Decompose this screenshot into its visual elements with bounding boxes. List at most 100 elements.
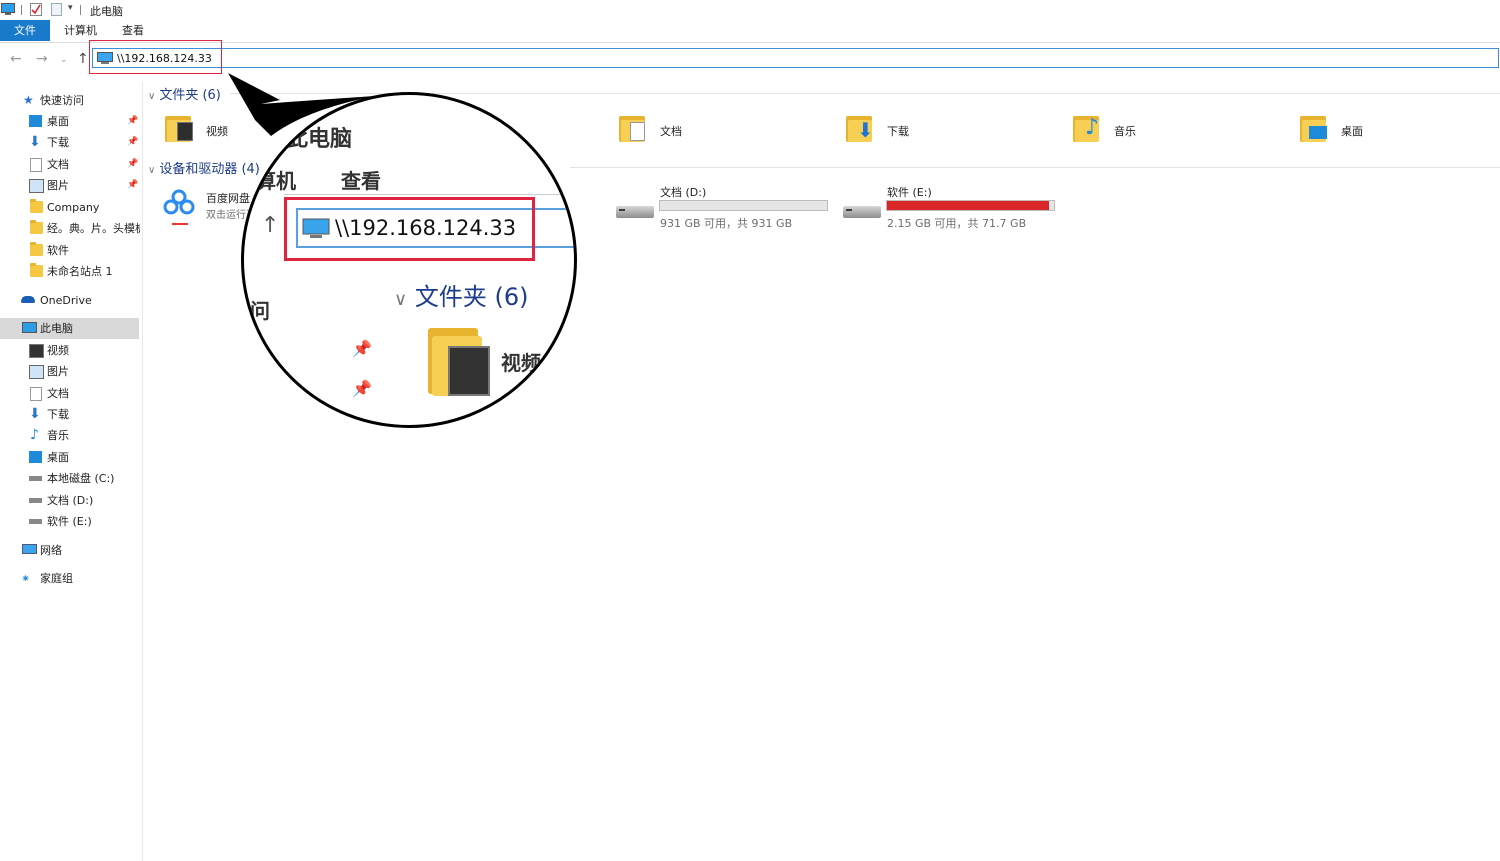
nav-label: 图片	[47, 365, 69, 378]
nav-label: 桌面	[47, 451, 69, 464]
folder-label: 下载	[887, 125, 909, 138]
up-arrow-icon[interactable]: ↑	[77, 51, 89, 67]
nav-quick-access[interactable]: ★ 快速访问	[0, 90, 140, 111]
nav-label: 桌面	[47, 115, 69, 128]
zoom-folder-label: 视频	[501, 351, 541, 375]
nav-pc-documents[interactable]: 文档	[0, 383, 140, 404]
nav-quick-desktop[interactable]: 桌面 📌	[0, 111, 140, 132]
nav-pc-drive-e[interactable]: 软件 (E:)	[0, 511, 140, 532]
nav-label: OneDrive	[40, 294, 92, 307]
nav-label: 家庭组	[40, 572, 73, 585]
pictures-icon	[29, 179, 44, 193]
folder-tile-downloads[interactable]: ⬇ 下载	[846, 112, 946, 148]
nav-label: 经。典。片。头模板	[47, 222, 140, 235]
cloud-icon	[21, 296, 35, 303]
nav-pc-drive-c[interactable]: 本地磁盘 (C:)	[0, 468, 140, 489]
folders-section-header[interactable]: ∨ 文件夹 (6)	[148, 84, 221, 103]
nav-quick-templates[interactable]: 经。典。片。头模板	[0, 218, 140, 239]
nav-pc-videos[interactable]: 视频	[0, 340, 140, 361]
nav-label: 图片	[47, 179, 69, 192]
hard-drive-icon	[616, 206, 654, 218]
zoom-highlight-box	[284, 197, 535, 261]
hard-drive-icon	[29, 519, 42, 524]
zoom-ribbon-divider	[284, 194, 574, 195]
nav-quick-software[interactable]: 软件	[0, 240, 140, 261]
nav-pc-music[interactable]: ♪ 音乐	[0, 425, 140, 446]
nav-quick-site[interactable]: 未命名站点 1	[0, 261, 140, 282]
address-highlight-box	[89, 40, 222, 74]
nav-pc-pictures[interactable]: 图片	[0, 361, 140, 382]
forward-arrow-icon[interactable]: →	[36, 51, 48, 67]
pin-icon[interactable]: 📌	[127, 175, 138, 196]
folder-label: 文档	[660, 125, 682, 138]
video-icon	[29, 344, 44, 358]
nav-label: 文档	[47, 158, 69, 171]
network-icon	[22, 544, 37, 554]
qa-separator	[80, 5, 81, 15]
window-title: 此电脑	[90, 5, 123, 18]
baidu-netdisk-icon	[163, 189, 195, 215]
zoom-tab-computer: 计算机	[241, 169, 296, 193]
drive-tile-e[interactable]: 软件 (E:) 2.15 GB 可用，共 71.7 GB	[841, 182, 1061, 230]
drive-usage-bar	[886, 200, 1055, 211]
folder-icon	[30, 242, 43, 256]
folder-tile-music[interactable]: ♪ 音乐	[1073, 112, 1173, 148]
desktop-icon	[29, 451, 42, 463]
nav-network[interactable]: 网络	[0, 540, 140, 561]
properties-icon[interactable]	[30, 3, 42, 16]
nav-quick-company[interactable]: Company	[0, 197, 140, 218]
nav-quick-downloads[interactable]: ⬇ 下载 📌	[0, 132, 140, 153]
music-folder-icon: ♪	[1073, 112, 1099, 142]
pin-icon[interactable]: 📌	[127, 111, 138, 132]
ribbon	[0, 20, 1500, 43]
tab-view[interactable]: 查看	[110, 20, 156, 41]
zoom-folders-header: ∨ 文件夹 (6)	[394, 277, 528, 312]
nav-label: 下载	[47, 408, 69, 421]
pictures-icon	[29, 365, 44, 379]
qa-dropdown-icon[interactable]: ▾	[68, 3, 73, 13]
address-bar[interactable]	[92, 48, 1499, 68]
zoom-folders-title: 文件夹 (6)	[414, 283, 529, 311]
downloads-folder-icon: ⬇	[846, 112, 874, 142]
folder-label: 桌面	[1341, 125, 1363, 138]
nav-onedrive[interactable]: OneDrive	[0, 290, 140, 311]
nav-label: 此电脑	[40, 322, 73, 335]
folder-icon	[30, 199, 43, 213]
zoom-pin-icon: 📌	[352, 339, 372, 358]
pin-icon[interactable]: 📌	[127, 132, 138, 153]
brand-underline	[172, 223, 188, 225]
nav-pc-downloads[interactable]: ⬇ 下载	[0, 404, 140, 425]
nav-this-pc[interactable]: 此电脑	[0, 318, 139, 339]
hard-drive-icon	[843, 206, 881, 218]
document-icon	[30, 158, 42, 172]
nav-label: 文档	[47, 387, 69, 400]
nav-homegroup[interactable]: ⁕ 家庭组	[0, 568, 140, 589]
nav-quick-documents[interactable]: 文档 📌	[0, 154, 140, 175]
drive-free-text: 2.15 GB 可用，共 71.7 GB	[887, 217, 1027, 230]
tab-computer[interactable]: 计算机	[52, 20, 109, 41]
hard-drive-icon	[29, 498, 42, 503]
nav-label: 软件	[47, 244, 69, 257]
folder-label: 音乐	[1114, 125, 1136, 138]
pin-icon[interactable]: 📌	[127, 154, 138, 175]
nav-pc-desktop[interactable]: 桌面	[0, 447, 140, 468]
folder-icon	[30, 220, 43, 234]
chevron-down-icon: ∨	[148, 91, 156, 102]
nav-label: 本地磁盘 (C:)	[47, 472, 115, 485]
nav-quick-pictures[interactable]: 图片 📌	[0, 175, 140, 196]
document-icon	[30, 387, 42, 401]
folder-tile-desktop[interactable]: 桌面	[1300, 112, 1400, 148]
video-folder-icon	[165, 112, 193, 142]
recent-chevron-icon[interactable]: ⌄	[60, 55, 68, 65]
qa-separator	[21, 5, 22, 15]
nav-pc-drive-d[interactable]: 文档 (D:)	[0, 490, 140, 511]
drive-tile-d[interactable]: 文档 (D:) 931 GB 可用，共 931 GB	[614, 182, 834, 230]
documents-folder-icon	[619, 112, 645, 142]
tab-file[interactable]: 文件	[0, 20, 50, 41]
new-folder-icon[interactable]	[51, 3, 62, 16]
computer-icon	[22, 322, 37, 333]
magnifier-callout: 此电脑 计算机 查看 ↑ \\192.168.124.33 问 ∨ 文件夹 (6…	[241, 92, 577, 428]
back-arrow-icon[interactable]: ←	[10, 51, 22, 67]
star-icon: ★	[23, 93, 34, 107]
folder-tile-documents[interactable]: 文档	[619, 112, 719, 148]
